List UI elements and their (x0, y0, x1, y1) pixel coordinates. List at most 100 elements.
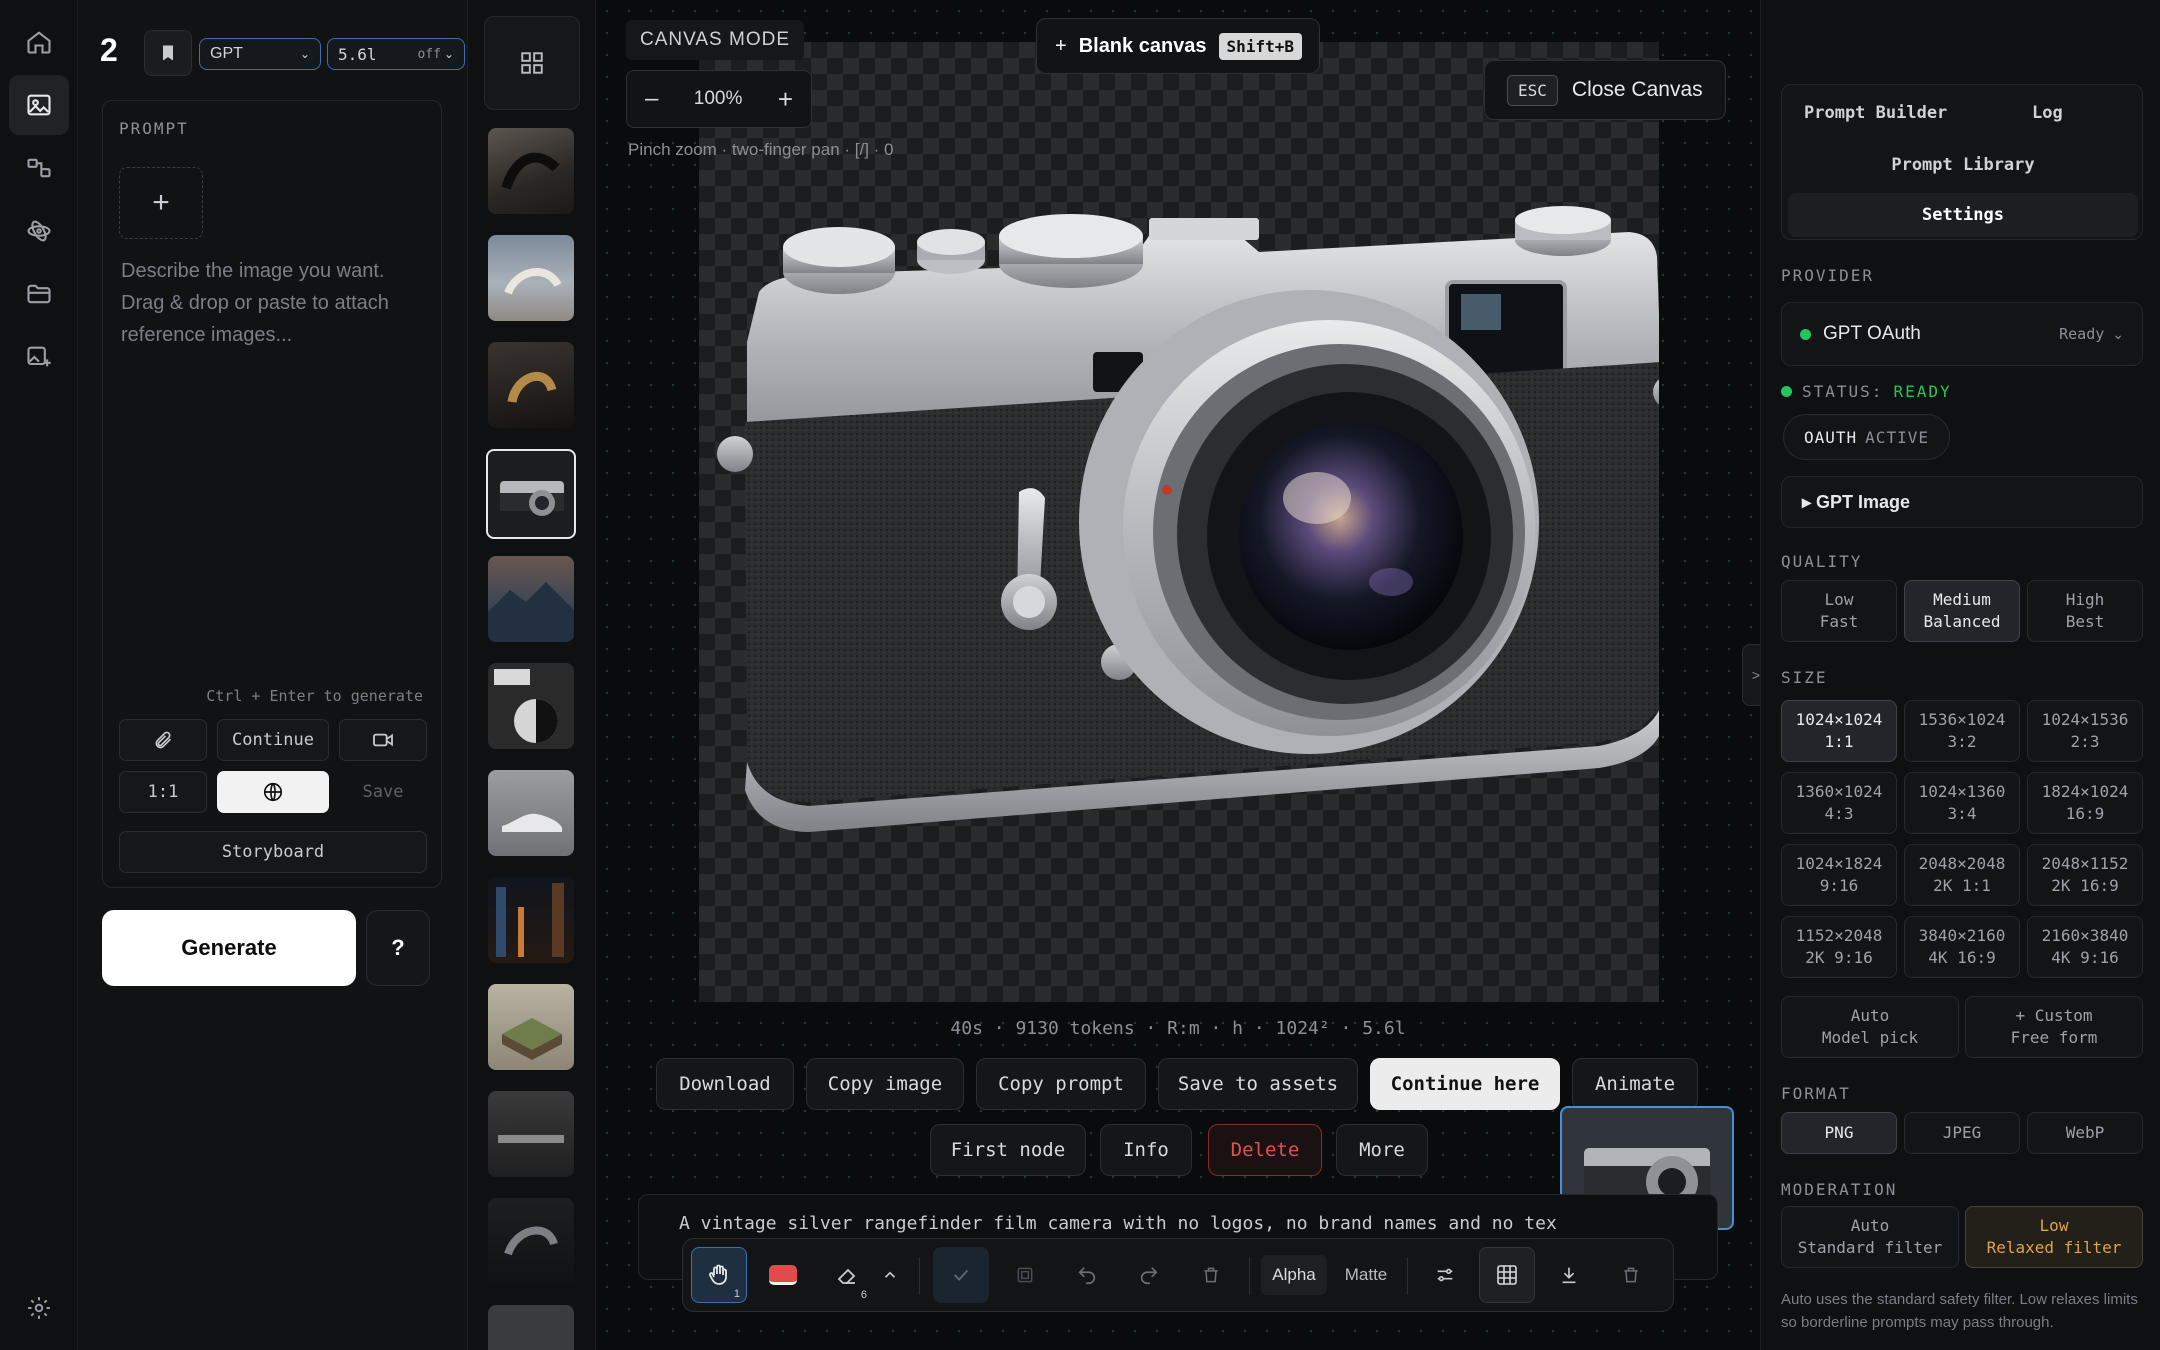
quality-high-option[interactable]: High Best (2027, 580, 2143, 642)
undo-button[interactable] (1059, 1247, 1115, 1303)
tab-prompt-builder[interactable]: Prompt Builder (1804, 103, 1947, 123)
first-node-button[interactable]: First node (930, 1124, 1086, 1176)
mask-button[interactable] (997, 1247, 1053, 1303)
history-thumbnail[interactable] (488, 1198, 574, 1284)
home-icon[interactable] (9, 12, 69, 72)
provider-select[interactable]: GPT OAuth Ready ⌄ (1781, 302, 2143, 366)
size-option[interactable]: 1152×2048 2K 9:16 (1781, 916, 1897, 978)
option-title: + Custom (2015, 1006, 2093, 1025)
history-thumbnail[interactable] (488, 235, 574, 321)
size-option[interactable]: 2048×1152 2K 16:9 (2027, 844, 2143, 906)
delete-tool-button[interactable] (1603, 1247, 1659, 1303)
storyboard-button[interactable]: Storyboard (119, 831, 427, 873)
gpt-image-section[interactable]: ▸ GPT Image (1781, 476, 2143, 528)
copy-prompt-button[interactable]: Copy prompt (976, 1058, 1146, 1110)
continue-button[interactable]: Continue (217, 719, 329, 761)
settings-gear-icon[interactable] (9, 1278, 69, 1338)
image-meta: 40s · 9130 tokens · R:m · h · 1024² · 5.… (950, 1018, 1406, 1039)
generate-button[interactable]: Generate (102, 910, 356, 986)
pan-tool-button[interactable]: 1 (691, 1247, 747, 1303)
redo-button[interactable] (1121, 1247, 1177, 1303)
history-thumbnail[interactable] (488, 128, 574, 214)
model-select[interactable]: GPT ⌄ (199, 38, 321, 70)
history-thumbnail[interactable] (488, 1305, 574, 1350)
save-button[interactable]: Save (339, 771, 427, 813)
blank-canvas-button[interactable]: + Blank canvas Shift+B (1036, 18, 1320, 74)
provider-state: Ready (2059, 325, 2105, 343)
size-option[interactable]: 1536×1024 3:2 (1904, 700, 2020, 762)
more-button[interactable]: More (1336, 1124, 1428, 1176)
size-option[interactable]: 2048×2048 2K 1:1 (1904, 844, 2020, 906)
format-jpeg-option[interactable]: JPEG (1904, 1112, 2020, 1154)
bookmark-button[interactable] (144, 30, 192, 76)
folder-icon[interactable] (9, 264, 69, 324)
moderation-low-option[interactable]: Low Relaxed filter (1965, 1206, 2143, 1268)
size-option[interactable]: 2160×3840 4K 9:16 (2027, 916, 2143, 978)
history-thumbnail[interactable] (488, 877, 574, 963)
video-button[interactable] (339, 719, 427, 761)
history-thumbnail[interactable] (488, 984, 574, 1070)
animate-button[interactable]: Animate (1572, 1058, 1698, 1110)
history-thumbnail[interactable] (488, 556, 574, 642)
expand-tools-button[interactable] (873, 1247, 907, 1303)
prompt-input[interactable]: Describe the image you want. Drag & drop… (121, 255, 421, 351)
apply-button[interactable] (933, 1247, 989, 1303)
save-to-assets-button[interactable]: Save to assets (1158, 1058, 1358, 1110)
history-thumbnail[interactable] (488, 1091, 574, 1177)
copy-image-button[interactable]: Copy image (806, 1058, 964, 1110)
download-button[interactable]: Download (656, 1058, 794, 1110)
size-option[interactable]: 1024×1536 2:3 (2027, 700, 2143, 762)
grid-icon (521, 52, 543, 74)
history-thumbnail-selected[interactable] (486, 449, 576, 539)
web-search-button[interactable] (217, 771, 329, 813)
aspect-ratio-button[interactable]: 1:1 (119, 771, 207, 813)
zoom-in-button[interactable]: + (778, 84, 793, 115)
zoom-out-button[interactable]: – (645, 85, 658, 113)
tab-prompt-library[interactable]: Prompt Library (1782, 155, 2144, 175)
history-thumbnail[interactable] (488, 342, 574, 428)
eraser-tool-button[interactable]: 6 (819, 1247, 875, 1303)
close-canvas-button[interactable]: ESC Close Canvas (1484, 60, 1726, 120)
video-camera-icon (373, 733, 393, 747)
history-thumbnail[interactable] (488, 663, 574, 749)
size-option[interactable]: 1024×1824 9:16 (1781, 844, 1897, 906)
grid-view-button[interactable] (484, 16, 580, 110)
history-thumbnail[interactable] (488, 770, 574, 856)
transparency-button[interactable] (1479, 1247, 1535, 1303)
size-custom-option[interactable]: + Custom Free form (1965, 996, 2143, 1058)
download-tool-button[interactable] (1541, 1247, 1597, 1303)
adjust-button[interactable] (1417, 1247, 1473, 1303)
flow-icon[interactable] (9, 138, 69, 198)
quality-low-option[interactable]: Low Fast (1781, 580, 1897, 642)
continue-here-button[interactable]: Continue here (1370, 1058, 1560, 1110)
moderation-auto-option[interactable]: Auto Standard filter (1781, 1206, 1959, 1268)
quality-medium-option[interactable]: Medium Balanced (1904, 580, 2020, 642)
atom-icon[interactable] (9, 201, 69, 261)
matte-toggle[interactable]: Matte (1333, 1255, 1399, 1295)
tab-log[interactable]: Log (2032, 103, 2063, 123)
option-title: Auto (1850, 1216, 1890, 1235)
info-button[interactable]: Info (1100, 1124, 1192, 1176)
format-png-option[interactable]: PNG (1781, 1112, 1897, 1154)
size-option[interactable]: 3840×2160 4K 16:9 (1904, 916, 2020, 978)
option-title: Low (2039, 1216, 2069, 1235)
tab-settings[interactable]: Settings (1788, 193, 2138, 237)
size-option[interactable]: 1824×1024 16:9 (2027, 772, 2143, 834)
image-canvas[interactable] (699, 42, 1685, 1002)
size-option[interactable]: 1024×1360 3:4 (1904, 772, 2020, 834)
clear-button[interactable] (1183, 1247, 1239, 1303)
version-select[interactable]: 5.6l off ⌄ (327, 38, 465, 70)
size-option[interactable]: 1360×1024 4:3 (1781, 772, 1897, 834)
help-button[interactable]: ? (366, 910, 430, 986)
delete-button[interactable]: Delete (1208, 1124, 1322, 1176)
attach-button[interactable] (119, 719, 207, 761)
trash-icon (1624, 1267, 1638, 1283)
size-auto-option[interactable]: Auto Model pick (1781, 996, 1959, 1058)
image-add-icon[interactable] (9, 327, 69, 387)
format-webp-option[interactable]: WebP (2027, 1112, 2143, 1154)
add-reference-button[interactable]: + (119, 167, 203, 239)
image-icon[interactable] (9, 75, 69, 135)
size-option[interactable]: 1024×1024 1:1 (1781, 700, 1897, 762)
alpha-toggle[interactable]: Alpha (1261, 1255, 1327, 1295)
color-swatch-button[interactable] (755, 1247, 811, 1303)
